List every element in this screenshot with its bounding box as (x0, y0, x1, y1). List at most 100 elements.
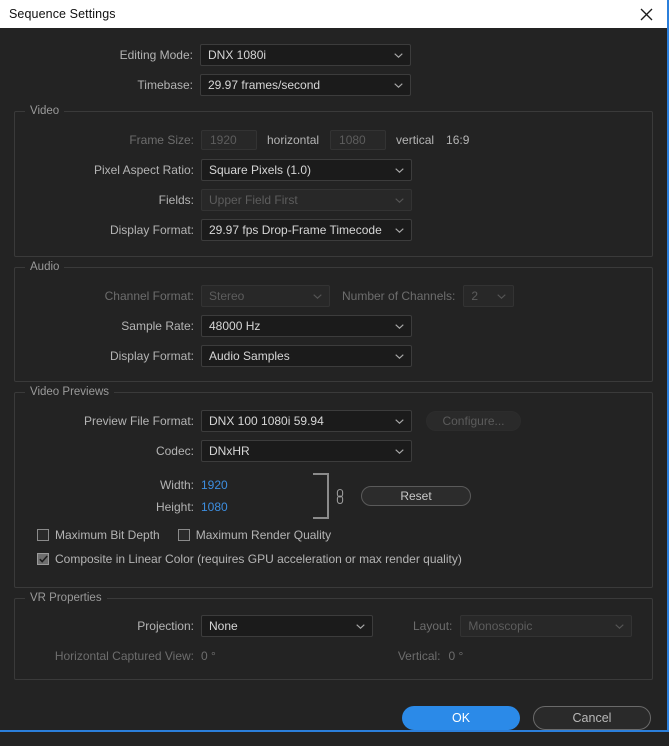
horizontal-captured-view-label: Horizontal Captured View: (54, 649, 194, 663)
preview-width-label: Width: (159, 478, 194, 492)
pixel-aspect-ratio-select[interactable]: Square Pixels (1.0) (201, 159, 412, 181)
chevron-down-icon (395, 419, 404, 424)
projection-select[interactable]: None (201, 615, 373, 637)
channel-format-value: Stereo (209, 289, 245, 303)
preview-dimensions-row: Width: Height: 1920 1080 Reset (15, 470, 652, 522)
editing-mode-row: Editing Mode: DNX 1080i (14, 44, 653, 66)
editing-mode-label: Editing Mode: (119, 48, 193, 62)
audio-display-format-row: Display Format: Audio Samples (15, 345, 652, 367)
preview-file-format-label: Preview File Format: (83, 414, 194, 428)
fields-label: Fields: (158, 193, 194, 207)
dimension-link-bracket (313, 473, 329, 519)
video-display-format-label: Display Format: (109, 223, 194, 237)
frame-size-label: Frame Size: (129, 133, 194, 147)
projection-label: Projection: (137, 619, 194, 633)
composite-linear-color-checkbox[interactable] (37, 553, 49, 565)
number-of-channels-label: Number of Channels: (342, 289, 456, 303)
projection-row: Projection: None Layout: Monoscopic (15, 615, 652, 637)
ok-button[interactable]: OK (402, 706, 520, 730)
video-group: Video Frame Size: 1920 horizontal 1080 v… (14, 105, 653, 257)
projection-value: None (209, 619, 238, 633)
timebase-select[interactable]: 29.97 frames/second (200, 74, 411, 96)
timebase-row: Timebase: 29.97 frames/second (14, 74, 653, 96)
dialog-content: Editing Mode: DNX 1080i Timebase: 29.97 … (0, 28, 667, 690)
codec-value: DNxHR (209, 444, 250, 458)
maximum-bit-depth-label[interactable]: Maximum Bit Depth (55, 528, 160, 542)
fields-value: Upper Field First (209, 193, 298, 207)
close-icon[interactable] (629, 0, 663, 28)
frame-size-horizontal-input[interactable]: 1920 (201, 130, 257, 150)
video-display-format-value: 29.97 fps Drop-Frame Timecode (209, 223, 382, 237)
maximum-render-quality-label[interactable]: Maximum Render Quality (196, 528, 331, 542)
chevron-down-icon (395, 168, 404, 173)
audio-display-format-value: Audio Samples (209, 349, 290, 363)
frame-size-vertical-input[interactable]: 1080 (330, 130, 387, 150)
preview-height-label: Height: (155, 500, 194, 514)
preview-file-format-value: DNX 100 1080i 59.94 (209, 414, 324, 428)
video-display-format-row: Display Format: 29.97 fps Drop-Frame Tim… (15, 219, 652, 241)
audio-group: Audio Channel Format: Stereo Number of C… (14, 261, 653, 382)
vertical-value: 0 ° (448, 649, 464, 663)
layout-label: Layout: (413, 619, 453, 633)
maximum-render-quality-checkbox[interactable] (177, 529, 190, 541)
cancel-button[interactable]: Cancel (533, 706, 651, 730)
captured-view-row: Horizontal Captured View: 0 ° Vertical: … (15, 645, 652, 667)
sample-rate-value: 48000 Hz (209, 319, 261, 333)
frame-size-row: Frame Size: 1920 horizontal 1080 vertica… (15, 129, 652, 151)
frame-size-vertical-value: 1080 (339, 133, 366, 147)
sample-rate-row: Sample Rate: 48000 Hz (15, 315, 652, 337)
timebase-value: 29.97 frames/second (208, 78, 321, 92)
channel-format-row: Channel Format: Stereo Number of Channel… (15, 285, 652, 307)
video-display-format-select[interactable]: 29.97 fps Drop-Frame Timecode (201, 219, 412, 241)
number-of-channels-select: 2 (463, 285, 515, 307)
frame-size-horizontal-value: 1920 (210, 133, 237, 147)
chevron-down-icon (395, 354, 404, 359)
reset-button[interactable]: Reset (361, 486, 471, 506)
fields-select: Upper Field First (201, 189, 412, 211)
video-group-title: Video (25, 105, 65, 117)
number-of-channels-value: 2 (471, 289, 479, 303)
composite-linear-color-label[interactable]: Composite in Linear Color (requires GPU … (55, 552, 462, 566)
chevron-down-icon (394, 83, 403, 88)
checkbox-row-composite-linear: Composite in Linear Color (requires GPU … (37, 550, 652, 568)
chevron-down-icon (615, 624, 625, 629)
sequence-settings-dialog: Sequence Settings Editing Mode: DNX 1080… (0, 0, 669, 732)
pixel-aspect-ratio-row: Pixel Aspect Ratio: Square Pixels (1.0) (15, 159, 652, 181)
chevron-down-icon (395, 198, 404, 203)
maximum-bit-depth-checkbox[interactable] (37, 529, 49, 541)
sample-rate-label: Sample Rate: (121, 319, 194, 333)
channel-format-select: Stereo (201, 285, 330, 307)
preview-file-format-select[interactable]: DNX 100 1080i 59.94 (201, 410, 412, 432)
preview-file-format-row: Preview File Format: DNX 100 1080i 59.94… (15, 410, 652, 432)
pixel-aspect-ratio-value: Square Pixels (1.0) (209, 163, 312, 177)
chevron-down-icon (395, 449, 404, 454)
video-previews-group-title: Video Previews (25, 386, 115, 398)
vr-properties-group-title: VR Properties (25, 592, 107, 604)
editing-mode-select[interactable]: DNX 1080i (200, 44, 411, 66)
dialog-footer: OK Cancel (0, 690, 667, 746)
horizontal-captured-view-value: 0 ° (201, 649, 216, 663)
chevron-down-icon (395, 228, 404, 233)
audio-display-format-label: Display Format: (109, 349, 194, 363)
codec-row: Codec: DNxHR (15, 440, 652, 462)
channel-format-label: Channel Format: (104, 289, 194, 303)
configure-button: Configure... (426, 411, 521, 431)
frame-size-aspect-ratio: 16:9 (446, 133, 470, 147)
vertical-label: Vertical: (397, 649, 441, 663)
chevron-down-icon (313, 294, 322, 299)
audio-display-format-select[interactable]: Audio Samples (201, 345, 412, 367)
pixel-aspect-ratio-label: Pixel Aspect Ratio: (93, 163, 194, 177)
codec-select[interactable]: DNxHR (201, 440, 412, 462)
frame-size-vertical-unit: vertical (396, 133, 435, 147)
title-bar: Sequence Settings (0, 0, 667, 28)
chevron-down-icon (497, 294, 507, 299)
page-title: Sequence Settings (9, 7, 116, 21)
sample-rate-select[interactable]: 48000 Hz (201, 315, 412, 337)
layout-value: Monoscopic (468, 619, 533, 633)
chain-link-icon[interactable] (335, 488, 345, 505)
chevron-down-icon (395, 324, 404, 329)
layout-select: Monoscopic (460, 615, 633, 637)
fields-row: Fields: Upper Field First (15, 189, 652, 211)
timebase-label: Timebase: (137, 78, 193, 92)
video-previews-group: Video Previews Preview File Format: DNX … (14, 386, 653, 588)
